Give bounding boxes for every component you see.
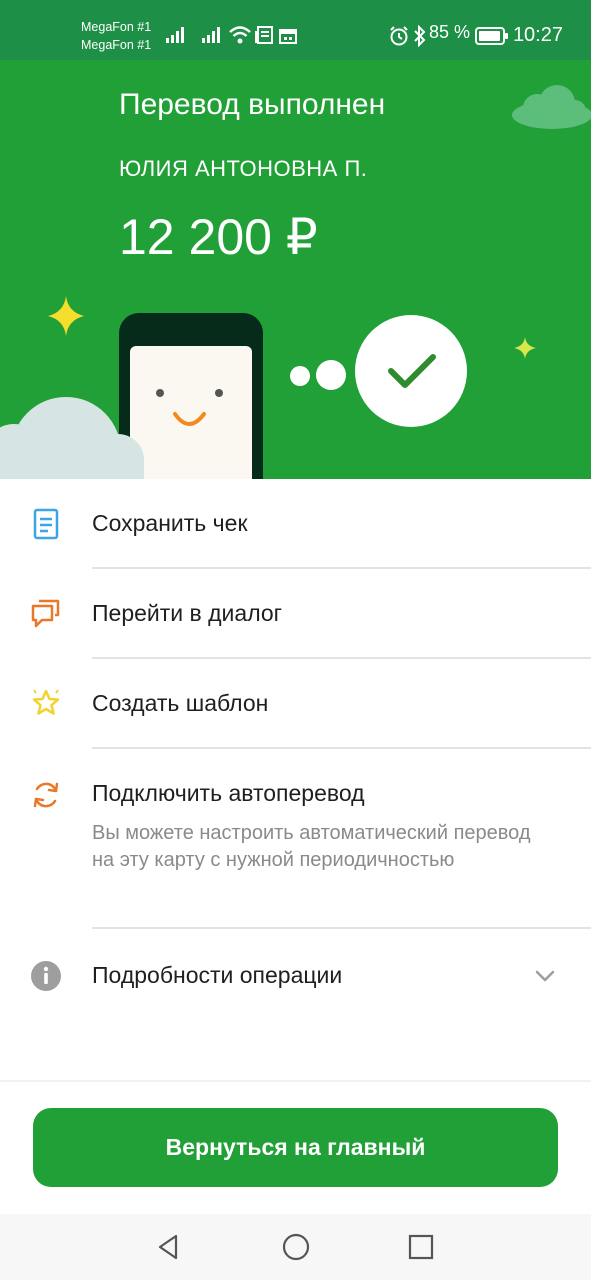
alarm-icon: [390, 26, 408, 46]
clock: 10:27: [512, 24, 563, 46]
transfer-amount: 12 200 ₽: [119, 209, 318, 265]
chevron-down-icon[interactable]: [535, 969, 555, 983]
wifi-icon: [229, 26, 251, 44]
operation-details-label: Подробности операции: [92, 962, 343, 988]
open-dialog-label: Перейти в диалог: [92, 600, 283, 626]
success-hero: Перевод выполнен ЮЛИЯ АНТОНОВНА П. 12 20…: [0, 60, 591, 479]
carrier-2: MegaFon #1: [81, 38, 152, 52]
divider: [0, 1080, 591, 1082]
status-bar: MegaFon #1 MegaFon #1 85 % 10:27: [0, 0, 591, 60]
battery-icon: [475, 27, 508, 45]
back-icon[interactable]: [154, 1232, 184, 1262]
news-icon: [255, 26, 273, 44]
operation-details-item[interactable]: Подробности операции: [0, 929, 591, 1024]
bluetooth-icon: [414, 25, 426, 47]
calendar-icon: [279, 29, 297, 44]
info-icon: [31, 961, 61, 991]
carrier-1: MegaFon #1: [81, 20, 152, 34]
autotransfer-label: Подключить автоперевод: [92, 780, 365, 806]
sparkle-icon: [48, 296, 84, 336]
battery-percent: 85 %: [429, 22, 471, 42]
chat-icon: [31, 599, 60, 628]
back-to-home-button[interactable]: Вернуться на главный: [33, 1108, 558, 1187]
signal-icon: [166, 27, 184, 43]
refresh-icon: [33, 782, 59, 808]
create-template-item[interactable]: Создать шаблон: [0, 659, 591, 749]
create-template-label: Создать шаблон: [92, 690, 269, 716]
signal-icon: [202, 27, 220, 43]
save-receipt-label: Сохранить чек: [92, 510, 248, 536]
page-title: Перевод выполнен: [119, 88, 386, 121]
star-icon: [32, 689, 60, 715]
system-nav-bar: [0, 1214, 591, 1280]
receipt-icon: [33, 508, 59, 540]
open-dialog-item[interactable]: Перейти в диалог: [0, 569, 591, 659]
autotransfer-item[interactable]: Подключить автоперевод Вы можете настрои…: [0, 749, 591, 929]
save-receipt-item[interactable]: Сохранить чек: [0, 479, 591, 569]
cloud-icon: [512, 85, 591, 129]
sparkle-icon: [514, 337, 536, 359]
home-icon[interactable]: [281, 1232, 311, 1262]
autotransfer-description: Вы можете настроить автоматический перев…: [92, 822, 531, 871]
success-illustration: [0, 85, 591, 479]
carrier-info: MegaFon #1 MegaFon #1: [81, 18, 151, 54]
recents-icon[interactable]: [406, 1232, 436, 1262]
recipient-name: ЮЛИЯ АНТОНОВНА П.: [119, 156, 368, 181]
